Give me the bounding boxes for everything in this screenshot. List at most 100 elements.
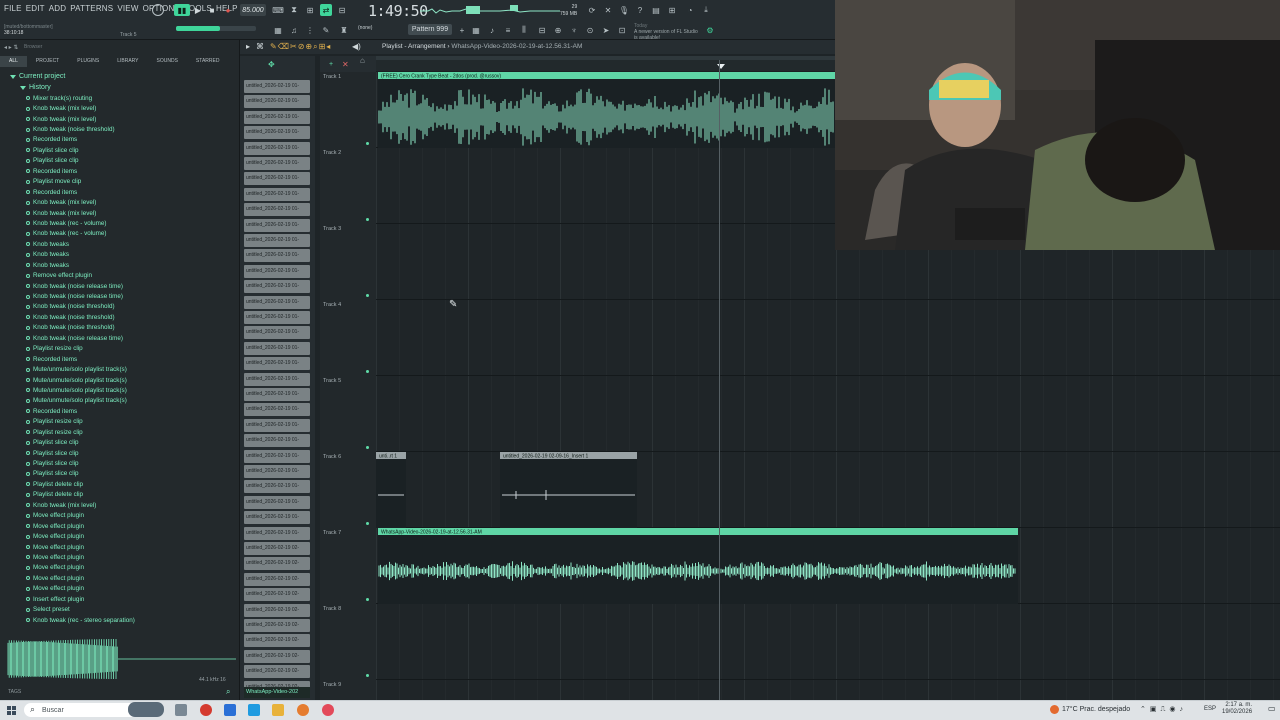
history-item[interactable]: Move effect plugin	[0, 552, 240, 562]
picker-item[interactable]: untitled_2026-02-19 01-	[244, 495, 310, 509]
tags-label[interactable]: TAGS	[8, 689, 21, 695]
picker-item[interactable]: untitled_2026-02-19 02-	[244, 649, 310, 663]
picker-item[interactable]: untitled_2026-02-19 01-	[244, 218, 310, 232]
track-label[interactable]: Track 8	[323, 606, 341, 612]
picker-item[interactable]: untitled_2026-02-19 02-	[244, 634, 310, 648]
history-item[interactable]: Knob tweak (rec - volume)	[0, 229, 240, 239]
history-item[interactable]: Playlist resize clip	[0, 344, 240, 354]
history-item[interactable]: Knob tweak (mix level)	[0, 197, 240, 207]
weather-text[interactable]: 17°C Prac. despejado	[1062, 706, 1130, 713]
playlist-view-icon[interactable]: ▦	[470, 24, 482, 36]
tree-current-project[interactable]: Current project	[0, 71, 240, 82]
history-item[interactable]: Recorded items	[0, 406, 240, 416]
history-item[interactable]: Knob tweak (noise threshold)	[0, 323, 240, 333]
song-position-clock[interactable]: 1:49:50	[368, 2, 428, 20]
history-item[interactable]: Knob tweak (rec - volume)	[0, 218, 240, 228]
track-label[interactable]: Track 6	[323, 454, 341, 460]
pattern-selector[interactable]: Pattern 999	[408, 24, 452, 35]
plugin-icon[interactable]: ⊞	[666, 4, 678, 16]
download-icon[interactable]: ⤓	[700, 4, 712, 16]
history-item[interactable]: Mute/unmute/solo playlist track(s)	[0, 364, 240, 374]
picker-item[interactable]: untitled_2026-02-19 01-	[244, 264, 310, 278]
playlist-icon[interactable]: ▦	[272, 24, 284, 36]
snap-icon[interactable]: ⌘	[256, 42, 264, 51]
history-item[interactable]: Knob tweak (noise threshold)	[0, 302, 240, 312]
fl-studio-icon[interactable]	[297, 704, 309, 716]
picker-item[interactable]: untitled_2026-02-19 01-	[244, 449, 310, 463]
menu-edit[interactable]: EDIT	[26, 4, 45, 13]
picker-item[interactable]: untitled_2026-02-19 01-	[244, 141, 310, 155]
history-item[interactable]: Playlist slice clip	[0, 448, 240, 458]
history-item[interactable]: Mute/unmute/solo playlist track(s)	[0, 385, 240, 395]
track-mute-led[interactable]	[366, 674, 369, 677]
picker-item[interactable]: untitled_2026-02-19 02-	[244, 557, 310, 571]
picker-item[interactable]: untitled_2026-02-19 01-	[244, 157, 310, 170]
history-item[interactable]: Move effect plugin	[0, 542, 240, 552]
countdown-icon[interactable]: ⧗	[288, 4, 300, 16]
history-item[interactable]: Move effect plugin	[0, 511, 240, 521]
history-item[interactable]: Recorded items	[0, 354, 240, 364]
piano-roll-view-icon[interactable]: ♪	[486, 24, 498, 36]
picker-item[interactable]: untitled_2026-02-19 01-	[244, 311, 310, 324]
snap-magnet-icon[interactable]: ♜	[338, 24, 350, 36]
windows-start-icon[interactable]	[7, 706, 16, 715]
mixer-view-icon[interactable]: ⫼	[518, 24, 530, 36]
picker-item[interactable]: untitled_2026-02-19 01-	[244, 249, 310, 263]
cart-icon[interactable]: ⊡	[616, 24, 628, 36]
master-volume-slider[interactable]	[176, 26, 256, 31]
blend-notes-icon[interactable]: ⊟	[336, 4, 348, 16]
menu-patterns[interactable]: PATTERNS	[70, 4, 113, 13]
picker-item[interactable]: untitled_2026-02-19 02-	[244, 603, 310, 617]
track-label[interactable]: Track 7	[323, 530, 341, 536]
picker-item[interactable]: untitled_2026-02-19 01-	[244, 95, 310, 109]
playlist-tools-icons[interactable]: ✎⌫✂⊘⊕⌕⊞◂	[270, 42, 331, 52]
history-item[interactable]: Knob tweak (mix level)	[0, 208, 240, 218]
notifications-icon[interactable]: ▭	[1268, 704, 1276, 713]
stop-icon[interactable]: ■	[206, 4, 218, 16]
overview-icon[interactable]: ⌂	[360, 56, 365, 65]
track-mute-led[interactable]	[366, 598, 369, 601]
history-item[interactable]: Playlist delete clip	[0, 479, 240, 489]
history-item[interactable]: Recorded items	[0, 187, 240, 197]
channel-rack-icon[interactable]: ⋮	[304, 24, 316, 36]
picker-item[interactable]: untitled_2026-02-19 01-	[244, 187, 310, 201]
history-item[interactable]: Move effect plugin	[0, 531, 240, 541]
tab-plugins[interactable]: PLUGINS	[68, 56, 108, 67]
history-item[interactable]: Knob tweak (rec - stereo separation)	[0, 615, 240, 625]
history-item[interactable]: Move effect plugin	[0, 521, 240, 531]
menu-file[interactable]: FILE	[4, 4, 22, 13]
history-item[interactable]: Recorded items	[0, 135, 240, 145]
history-item[interactable]: Insert effect plugin	[0, 594, 240, 604]
browser-toolbar-arrows[interactable]: ◂ ▸ ⇅	[4, 44, 18, 51]
app-icon-3[interactable]	[322, 704, 334, 716]
history-item[interactable]: Playlist resize clip	[0, 417, 240, 427]
history-item[interactable]: Playlist slice clip	[0, 469, 240, 479]
menu-view[interactable]: VIEW	[117, 4, 138, 13]
history-item[interactable]: Knob tweak (noise release time)	[0, 291, 240, 301]
picker-item[interactable]: untitled_2026-02-19 01-	[244, 172, 310, 186]
history-item[interactable]: Playlist delete clip	[0, 490, 240, 500]
history-item[interactable]: Knob tweaks	[0, 250, 240, 260]
picker-item[interactable]: untitled_2026-02-19 02-	[244, 619, 310, 632]
song-mode-toggle[interactable]: ▮▮	[174, 4, 190, 16]
picker-item[interactable]: untitled_2026-02-19 01-	[244, 280, 310, 294]
track-mute-led[interactable]	[366, 142, 369, 145]
picker-item[interactable]: untitled_2026-02-19 01-	[244, 372, 310, 386]
picker-item[interactable]: untitled_2026-02-19 01-	[244, 403, 310, 417]
history-item[interactable]: Move effect plugin	[0, 584, 240, 594]
history-item[interactable]: Knob tweaks	[0, 260, 240, 270]
track-mute-led[interactable]	[366, 522, 369, 525]
track-label[interactable]: Track 3	[323, 226, 341, 232]
history-item[interactable]: Knob tweaks	[0, 239, 240, 249]
picker-item[interactable]: untitled_2026-02-19 01-	[244, 341, 310, 355]
language-indicator[interactable]: ESP	[1204, 706, 1216, 712]
add-track-icon[interactable]: +	[329, 61, 333, 68]
history-item[interactable]: Move effect plugin	[0, 573, 240, 583]
picker-selected-item[interactable]: WhatsApp-Video-202	[244, 687, 310, 698]
history-item[interactable]: Knob tweak (mix level)	[0, 500, 240, 510]
piano-roll-icon[interactable]: ♫	[288, 24, 300, 36]
picker-item[interactable]: untitled_2026-02-19 01-	[244, 526, 310, 540]
wrench-icon[interactable]: ✕	[602, 4, 614, 16]
picker-item[interactable]: untitled_2026-02-19 02-	[244, 572, 310, 586]
menu-add[interactable]: ADD	[49, 4, 67, 13]
